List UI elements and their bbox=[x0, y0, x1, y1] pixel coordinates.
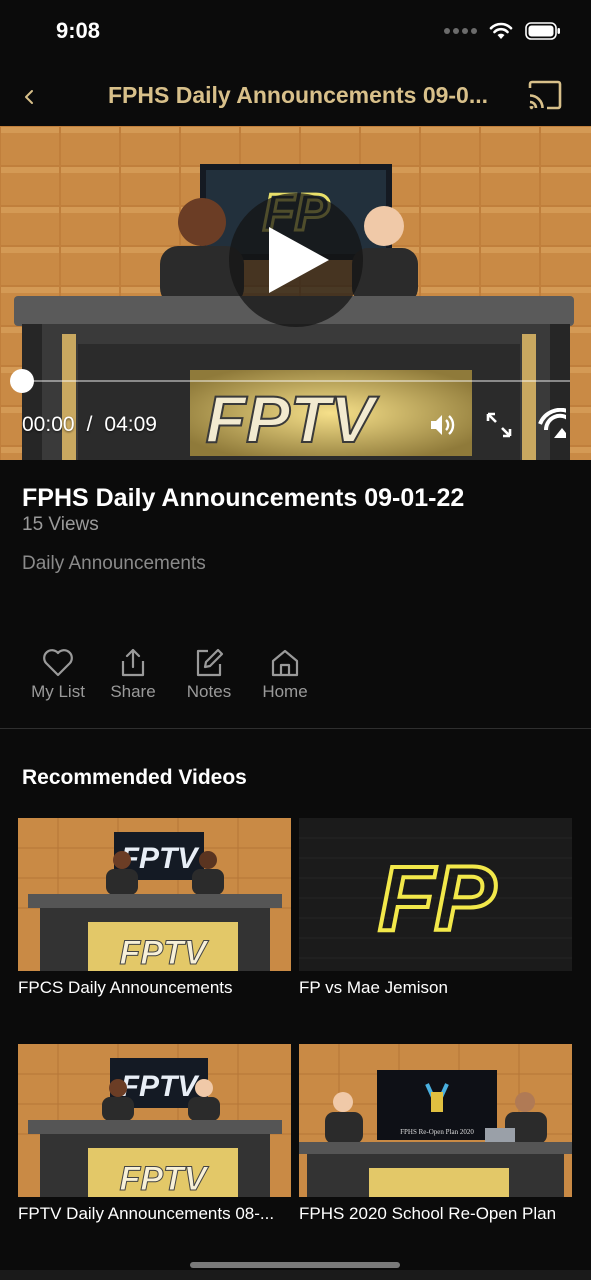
progress-bar[interactable] bbox=[0, 369, 591, 393]
video-category[interactable]: Daily Announcements bbox=[22, 553, 206, 575]
current-time: 00:00 bbox=[22, 413, 75, 436]
edit-icon bbox=[196, 648, 224, 677]
duration: 04:09 bbox=[104, 413, 157, 436]
video-thumbnail: FP bbox=[299, 818, 572, 971]
status-bar: 9:08 bbox=[0, 0, 591, 64]
volume-icon bbox=[431, 415, 455, 435]
fullscreen-button[interactable] bbox=[484, 410, 514, 440]
video-title: FPHS Daily Announcements 09-01-22 bbox=[22, 484, 465, 512]
nav-title: FPHS Daily Announcements 09-0... bbox=[108, 82, 489, 108]
nav-bar: FPHS Daily Announcements 09-0... bbox=[0, 64, 591, 126]
my-list-button[interactable]: My List bbox=[18, 646, 98, 702]
volume-button[interactable] bbox=[428, 410, 458, 440]
thumbnail-desk-logo: FPTV bbox=[120, 934, 210, 971]
status-time: 9:08 bbox=[56, 18, 101, 43]
video-card-title: FP vs Mae Jemison bbox=[299, 978, 448, 997]
airplay-button[interactable] bbox=[536, 408, 566, 442]
next-row-peek bbox=[0, 1270, 591, 1280]
thumbnail-logo: FP bbox=[378, 848, 496, 950]
time-separator: / bbox=[86, 413, 93, 436]
home-label: Home bbox=[262, 682, 308, 701]
heart-icon bbox=[43, 649, 73, 677]
battery-icon bbox=[525, 22, 560, 40]
play-icon bbox=[269, 227, 329, 293]
time-readout: 00:00 / 04:09 bbox=[22, 413, 157, 437]
home-button[interactable]: Home bbox=[245, 646, 325, 702]
video-thumbnail: FPTV FPTV bbox=[18, 818, 291, 971]
share-label: Share bbox=[110, 682, 156, 701]
divider bbox=[0, 728, 591, 729]
thumbnail-desk-logo: FPTV bbox=[120, 1160, 210, 1197]
thumbnail-logo: FPTV bbox=[121, 1070, 201, 1103]
share-button[interactable]: Share bbox=[93, 646, 173, 702]
video-card-title: FPTV Daily Announcements 08-... bbox=[18, 1204, 275, 1223]
wifi-icon bbox=[489, 22, 513, 39]
desk-logo: FPTV bbox=[206, 382, 380, 456]
cast-button[interactable] bbox=[527, 80, 563, 110]
play-button[interactable] bbox=[229, 193, 363, 327]
view-count: 15 Views bbox=[22, 514, 99, 535]
my-list-label: My List bbox=[31, 682, 85, 701]
progress-track bbox=[22, 380, 570, 382]
cast-icon bbox=[528, 80, 562, 110]
notes-label: Notes bbox=[186, 682, 232, 701]
thumbnail-screen-text: FPHS Re-Open Plan 2020 bbox=[400, 1128, 474, 1136]
airplay-icon bbox=[538, 408, 566, 438]
chevron-left-icon bbox=[25, 90, 33, 104]
video-card-title: FPHS 2020 School Re-Open Plan bbox=[299, 1204, 557, 1223]
share-icon bbox=[121, 648, 145, 677]
video-card-title: FPCS Daily Announcements bbox=[18, 978, 233, 997]
recommended-heading: Recommended Videos bbox=[22, 766, 247, 789]
home-indicator[interactable] bbox=[190, 1262, 400, 1268]
home-icon bbox=[271, 649, 299, 677]
video-player[interactable]: FP FPTV 00:00 / 04:09 bbox=[0, 126, 591, 460]
action-bar: My List Share Notes Home bbox=[0, 646, 591, 706]
expand-icon bbox=[486, 412, 512, 438]
notes-button[interactable]: Notes bbox=[169, 646, 249, 702]
progress-handle[interactable] bbox=[10, 369, 34, 393]
back-button[interactable] bbox=[14, 82, 44, 112]
cellular-signal-icon bbox=[444, 28, 477, 34]
video-thumbnail: FPHS Re-Open Plan 2020 bbox=[299, 1044, 572, 1197]
video-thumbnail: FPTV FPTV bbox=[18, 1044, 291, 1197]
status-icons bbox=[444, 22, 561, 40]
